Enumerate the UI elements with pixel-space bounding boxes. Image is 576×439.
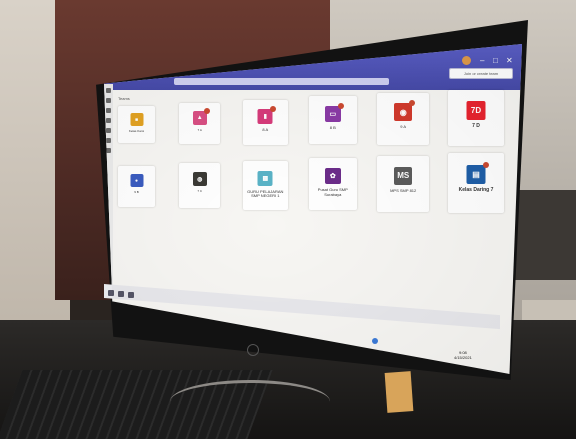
clock-date: 4/15/2021 <box>454 354 472 360</box>
team-card[interactable]: ✿ Pusat Guru SMP Surabaya <box>308 158 357 211</box>
search-input[interactable] <box>174 78 389 85</box>
notification-badge <box>204 107 211 114</box>
join-create-team-button[interactable]: Join or create team <box>449 68 513 79</box>
notification-badge <box>337 103 344 110</box>
monitor-logo <box>247 344 259 356</box>
notification-badge <box>269 105 276 112</box>
team-name: 7 C <box>197 189 203 194</box>
team-card[interactable]: ◍ 7 C <box>179 163 221 209</box>
team-name: 9 A <box>400 124 407 130</box>
avatar[interactable] <box>462 56 471 65</box>
cable <box>170 380 330 423</box>
team-icon: ▩ <box>257 170 273 186</box>
team-icon: 7D <box>466 101 486 120</box>
start-icon[interactable] <box>108 290 114 296</box>
calendar-icon[interactable] <box>106 128 111 133</box>
team-card[interactable]: 7D 7 D <box>448 90 504 146</box>
team-icon: ◍ <box>192 172 207 187</box>
team-name: GURU PELAJARAN SMP NEGERI 1 <box>247 188 284 199</box>
minimize-icon[interactable]: – <box>480 56 484 65</box>
maximize-icon[interactable]: □ <box>493 56 498 65</box>
browser-icon[interactable] <box>372 338 378 344</box>
team-icon: ✿ <box>324 168 341 185</box>
task-view-icon[interactable] <box>128 292 134 298</box>
team-card[interactable]: ■ Kelas Kami <box>118 106 155 143</box>
shelf <box>515 190 576 280</box>
team-icon: ● <box>130 174 143 187</box>
team-card[interactable]: MS MPS SMP 812 <box>377 155 430 212</box>
team-card[interactable]: ▤ Kelas Daring 7 <box>448 153 504 213</box>
team-icon: ▭ <box>324 106 341 123</box>
files-icon[interactable] <box>106 148 111 153</box>
notification-badge <box>409 100 416 107</box>
team-card[interactable]: ▲ 7 A <box>179 102 221 144</box>
team-icon: ■ <box>130 113 143 126</box>
team-card[interactable]: ◉ 9 A <box>377 93 430 146</box>
sticky-note <box>384 371 414 413</box>
chat-icon[interactable] <box>106 98 111 103</box>
team-card[interactable]: ● 9 B <box>118 166 155 207</box>
team-icon: MS <box>394 166 413 185</box>
team-name: 8 A <box>262 126 269 132</box>
team-icon: ◉ <box>394 103 413 122</box>
page-title: Teams <box>118 96 130 101</box>
team-name: Kelas Kami <box>128 129 145 133</box>
team-name: 7 A <box>197 127 202 132</box>
team-name: 9 B <box>134 190 139 194</box>
notification-badge <box>483 162 489 168</box>
search-icon[interactable] <box>118 291 124 297</box>
calls-icon[interactable] <box>106 138 111 143</box>
team-icon: ▤ <box>466 165 486 184</box>
team-card[interactable]: ▩ GURU PELAJARAN SMP NEGERI 1 <box>242 160 288 210</box>
team-card[interactable]: ▭ 8 B <box>308 96 357 145</box>
team-name: 8 B <box>329 125 336 131</box>
close-icon[interactable]: ✕ <box>506 56 513 65</box>
activity-icon[interactable] <box>106 88 111 93</box>
taskbar-clock: 9:08 4/15/2021 <box>454 350 472 361</box>
teams-icon[interactable] <box>106 108 111 113</box>
assignments-icon[interactable] <box>106 118 111 123</box>
team-name: 7 D <box>472 123 480 129</box>
team-name: MPS SMP 812 <box>390 187 417 193</box>
team-name: Kelas Daring 7 <box>458 187 494 193</box>
team-name: Pusat Guru SMP Surabaya <box>317 187 348 197</box>
team-card[interactable]: ▮ 8 A <box>242 99 288 145</box>
